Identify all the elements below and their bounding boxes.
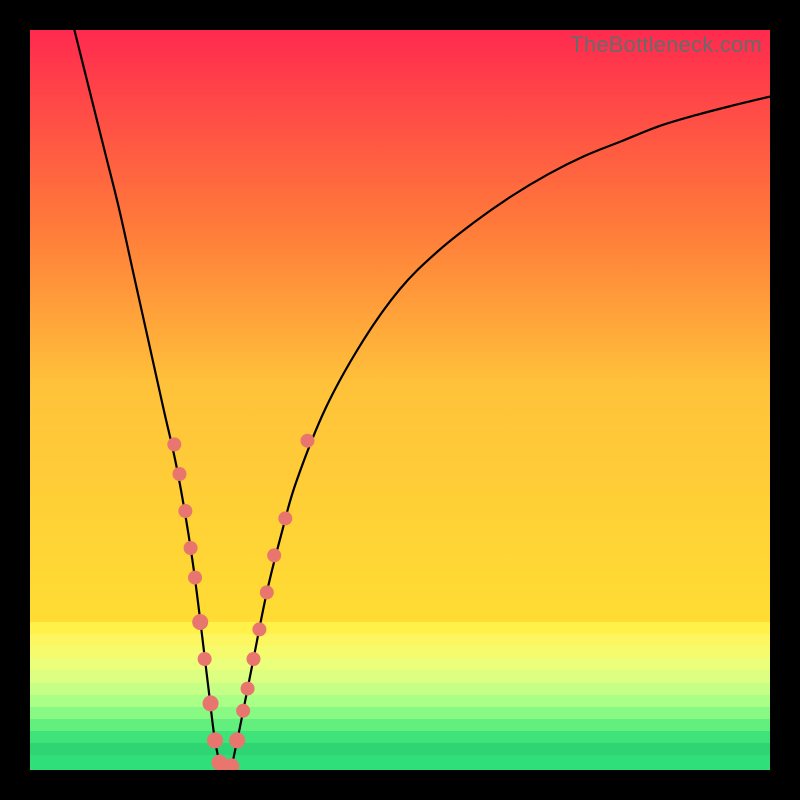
data-marker [207,732,223,748]
data-marker [260,585,274,599]
data-marker [203,695,219,711]
data-marker [267,548,281,562]
data-marker [184,541,198,555]
chart-frame: TheBottleneck.com [0,0,800,800]
data-marker [236,704,250,718]
plot-area: TheBottleneck.com [30,30,770,770]
data-marker [241,682,255,696]
data-marker [172,467,186,481]
bottleneck-curve-path [74,30,770,770]
data-marker [252,622,266,636]
data-marker [178,504,192,518]
data-marker [229,732,245,748]
data-marker [301,434,315,448]
curve-svg [30,30,770,770]
data-marker [188,571,202,585]
data-marker [246,652,260,666]
data-marker [278,511,292,525]
data-marker [167,437,181,451]
data-marker [198,652,212,666]
data-marker [192,614,208,630]
